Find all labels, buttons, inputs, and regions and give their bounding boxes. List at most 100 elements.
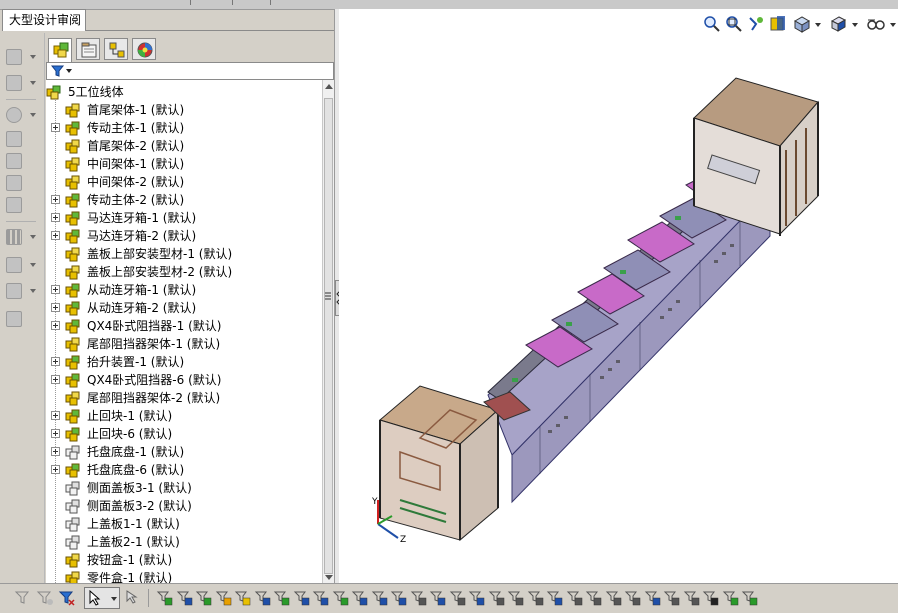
expand-icon[interactable]	[51, 303, 60, 312]
weld-symbol-icon[interactable]	[410, 589, 428, 607]
hide-show-dropdown-icon[interactable]	[890, 23, 896, 27]
surface-body-icon[interactable]	[215, 589, 233, 607]
cosmetic-weld-icon[interactable]	[644, 589, 662, 607]
expand-icon[interactable]	[51, 213, 60, 222]
section-view-icon[interactable]	[768, 14, 788, 34]
tree-item[interactable]: 按钮盒-1 (默认)	[46, 551, 322, 569]
pattern-icon[interactable]	[4, 227, 40, 247]
tree-item[interactable]: 尾部阻挡器架体-2 (默认)	[46, 389, 322, 407]
block-icon[interactable]	[468, 589, 486, 607]
tree-item[interactable]: 从动连牙箱-1 (默认)	[46, 281, 322, 299]
tree-item[interactable]: 马达连牙箱-2 (默认)	[46, 227, 322, 245]
copy-icon[interactable]	[4, 47, 40, 67]
midpoint-icon[interactable]	[332, 589, 350, 607]
tree-item[interactable]: 侧面盖板3-2 (默认)	[46, 497, 322, 515]
note-icon[interactable]	[488, 589, 506, 607]
tree-item[interactable]: 传动主体-1 (默认)	[46, 119, 322, 137]
select-dropdown-icon[interactable]	[111, 597, 117, 601]
tree-item[interactable]: 侧面盖板3-1 (默认)	[46, 479, 322, 497]
tree-filter-bar[interactable]	[46, 62, 334, 80]
tree-root-row[interactable]: 5工位线体	[46, 83, 322, 101]
expand-icon[interactable]	[51, 285, 60, 294]
tree-item[interactable]: 尾部阻挡器架体-1 (默认)	[46, 335, 322, 353]
surface-finish-icon[interactable]	[390, 589, 408, 607]
centerline-icon[interactable]	[546, 589, 564, 607]
expand-icon[interactable]	[51, 465, 60, 474]
tree-item[interactable]: 托盘底盘-6 (默认)	[46, 461, 322, 479]
tree-item[interactable]: 中间架体-1 (默认)	[46, 155, 322, 173]
filter-toggle-icon[interactable]	[36, 589, 54, 607]
select-tool-button[interactable]	[84, 587, 120, 609]
assembly-feature-icon[interactable]	[4, 173, 40, 193]
tree-item[interactable]: 止回块-1 (默认)	[46, 407, 322, 425]
filter-icon[interactable]	[51, 64, 73, 78]
expand-icon[interactable]	[51, 231, 60, 240]
area-hatch-icon[interactable]	[683, 589, 701, 607]
tree-item[interactable]: 止回块-6 (默认)	[46, 425, 322, 443]
center-mark-icon[interactable]	[351, 589, 369, 607]
tree-item[interactable]: 托盘底盘-1 (默认)	[46, 443, 322, 461]
mate-icon[interactable]	[702, 589, 720, 607]
show-hidden-icon[interactable]	[4, 151, 40, 171]
tree-item[interactable]: 中间架体-2 (默认)	[46, 173, 322, 191]
expand-icon[interactable]	[51, 411, 60, 420]
expand-icon[interactable]	[51, 195, 60, 204]
view-orientation-icon[interactable]	[792, 14, 812, 34]
tree-item[interactable]: QX4卧式阻挡器-6 (默认)	[46, 371, 322, 389]
tree-item[interactable]: 盖板上部安装型材-2 (默认)	[46, 263, 322, 281]
routing-point-icon[interactable]	[741, 589, 759, 607]
tree-item[interactable]: 上盖板1-1 (默认)	[46, 515, 322, 533]
scroll-up-arrow-icon[interactable]	[325, 84, 333, 89]
zoom-to-fit-icon[interactable]	[702, 14, 722, 34]
move-component-icon[interactable]	[4, 129, 40, 149]
vertex-icon[interactable]	[156, 589, 174, 607]
connection-point-icon[interactable]	[722, 589, 740, 607]
hole-callout-icon[interactable]	[527, 589, 545, 607]
tree-item[interactable]: 马达连牙箱-1 (默认)	[46, 209, 322, 227]
configurationmanager-tab[interactable]	[104, 38, 128, 60]
tree-item[interactable]: 上盖板2-1 (默认)	[46, 533, 322, 551]
assembly-model-view[interactable]: Y Z	[339, 9, 898, 583]
tree-item[interactable]: 抬升装置-1 (默认)	[46, 353, 322, 371]
dimension-icon[interactable]	[371, 589, 389, 607]
cosmetic-thread-icon[interactable]	[449, 589, 467, 607]
splitter-grip-icon[interactable]	[324, 290, 332, 304]
stack-balloon-icon[interactable]	[585, 589, 603, 607]
tree-item[interactable]: 零件盒-1 (默认)	[46, 569, 322, 584]
expand-icon[interactable]	[51, 321, 60, 330]
displaymanager-tab[interactable]	[132, 38, 156, 60]
sketch-segment-icon[interactable]	[312, 589, 330, 607]
tree-item[interactable]: 盖板上部安装型材-1 (默认)	[46, 245, 322, 263]
tree-item[interactable]: 首尾架体-2 (默认)	[46, 137, 322, 155]
explode-line-icon[interactable]	[4, 281, 40, 301]
solid-body-icon[interactable]	[234, 589, 252, 607]
sketch-point-icon[interactable]	[293, 589, 311, 607]
expand-icon[interactable]	[51, 123, 60, 132]
zoom-to-area-icon[interactable]	[724, 14, 744, 34]
clear-filters-icon[interactable]	[58, 589, 76, 607]
display-style-icon[interactable]	[828, 14, 848, 34]
selection-filter-icon[interactable]	[14, 589, 32, 607]
hide-show-items-icon[interactable]	[866, 14, 886, 34]
tree-item[interactable]: 传动主体-2 (默认)	[46, 191, 322, 209]
tree-item[interactable]: QX4卧式阻挡器-1 (默认)	[46, 317, 322, 335]
scroll-down-arrow-icon[interactable]	[325, 575, 333, 580]
layout-icon[interactable]	[4, 73, 40, 93]
previous-view-icon[interactable]	[746, 14, 766, 34]
tree-item[interactable]: 从动连牙箱-2 (默认)	[46, 299, 322, 317]
component-icon[interactable]	[4, 105, 40, 125]
spline-icon[interactable]	[507, 589, 525, 607]
view-orientation-dropdown-icon[interactable]	[815, 23, 821, 27]
expand-icon[interactable]	[51, 375, 60, 384]
featuremanager-tab[interactable]	[48, 38, 72, 62]
plane-icon[interactable]	[273, 589, 291, 607]
datum-feature-icon[interactable]	[624, 589, 642, 607]
balloon-icon[interactable]	[566, 589, 584, 607]
datum-target-icon[interactable]	[429, 589, 447, 607]
dowel-pin-icon[interactable]	[663, 589, 681, 607]
edge-icon[interactable]	[176, 589, 194, 607]
tree-vertical-scrollbar[interactable]	[322, 80, 334, 584]
expand-icon[interactable]	[51, 357, 60, 366]
exploded-view-icon[interactable]	[4, 309, 40, 329]
geometric-tolerance-icon[interactable]	[605, 589, 623, 607]
